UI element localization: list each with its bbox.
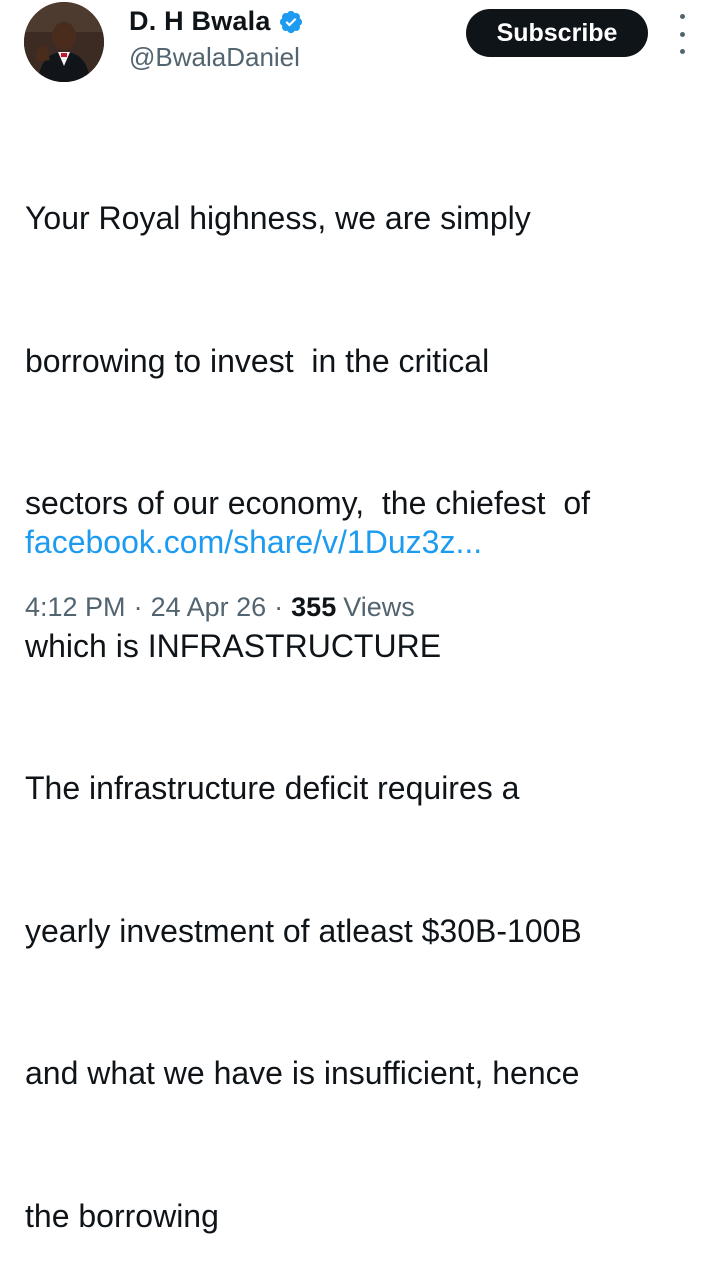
views-count[interactable]: 355 — [291, 592, 336, 623]
tweet-line: the borrowing — [25, 1197, 219, 1234]
tweet-line: and what we have is insufficient, hence — [25, 1055, 580, 1091]
meta-separator: · — [133, 592, 143, 622]
more-options-icon[interactable] — [672, 14, 692, 54]
tweet-link[interactable]: facebook.com/share/v/1Duz3z... — [25, 524, 482, 561]
avatar[interactable] — [24, 2, 104, 82]
tweet-date[interactable]: 24 Apr 26 — [151, 592, 267, 623]
tweet-line: sectors of our economy, the chiefest of — [25, 485, 591, 521]
meta-separator: · — [274, 592, 284, 622]
tweet-meta: 4:12 PM · 24 Apr 26 · 355 Views — [25, 592, 415, 623]
verified-badge-icon — [278, 9, 304, 35]
more-dot — [679, 49, 685, 54]
more-dot — [679, 14, 685, 19]
more-dot — [679, 31, 685, 37]
tweet-line: borrowing to invest in the critical — [25, 342, 490, 379]
tweet-time[interactable]: 4:12 PM — [25, 592, 126, 623]
avatar-image — [24, 2, 104, 82]
subscribe-button[interactable]: Subscribe — [466, 9, 648, 57]
tweet-header: D. H Bwala @BwalaDaniel Subscribe — [0, 0, 720, 100]
tweet-line: Your Royal highness, we are simply — [25, 200, 531, 236]
tweet-text: Your Royal highness, we are simply borro… — [25, 100, 705, 1288]
tweet-line: which is INFRASTRUCTURE — [25, 627, 442, 664]
tweet-line: The infrastructure deficit requires a — [25, 770, 520, 806]
tweet-line: yearly investment of atleast $30B-100B — [25, 912, 582, 949]
author-name-row: D. H Bwala — [129, 6, 304, 37]
author-name[interactable]: D. H Bwala — [129, 6, 271, 37]
views-label: Views — [343, 592, 415, 622]
author-handle[interactable]: @BwalaDaniel — [129, 42, 300, 73]
